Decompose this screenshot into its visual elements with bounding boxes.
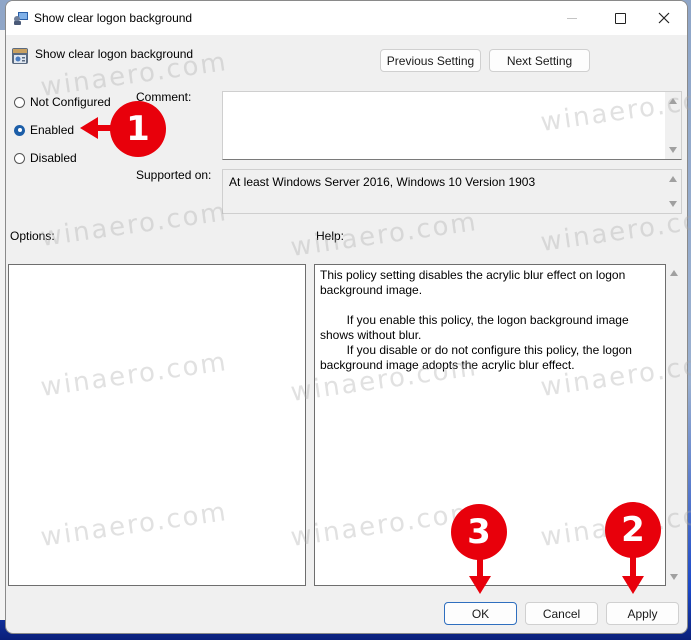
annotation-3-arrow (477, 556, 483, 578)
maximize-button[interactable] (597, 1, 643, 35)
scroll-up-icon[interactable] (670, 270, 678, 276)
options-pane (8, 264, 306, 586)
scroll-down-icon[interactable] (670, 574, 678, 580)
help-scrollbar[interactable] (666, 264, 682, 586)
annotation-3-arrowhead (469, 576, 491, 594)
radio-enabled-label: Enabled (30, 123, 75, 137)
options-label: Options: (10, 229, 55, 243)
title-bar: Show clear logon background (6, 1, 687, 35)
help-text: This policy setting disables the acrylic… (320, 268, 632, 372)
scroll-down-icon[interactable] (669, 147, 677, 153)
group-policy-icon (13, 10, 29, 26)
next-setting-button[interactable]: Next Setting (489, 49, 590, 72)
help-label: Help: (316, 229, 345, 243)
close-button[interactable] (641, 1, 687, 35)
comment-textarea[interactable] (222, 91, 682, 160)
annotation-badge-1: 1 (110, 101, 166, 157)
policy-setting-icon (11, 47, 29, 65)
policy-name: Show clear logon background (35, 47, 194, 61)
radio-disabled-label: Disabled (30, 151, 77, 165)
scroll-up-icon[interactable] (669, 176, 677, 182)
annotation-badge-2: 2 (605, 502, 661, 558)
supported-scrollbar[interactable] (665, 170, 681, 213)
apply-button[interactable]: Apply (606, 602, 679, 625)
scroll-down-icon[interactable] (669, 201, 677, 207)
annotation-1-arrowhead (80, 117, 98, 139)
annotation-2-arrowhead (622, 576, 644, 594)
previous-setting-button[interactable]: Previous Setting (380, 49, 481, 72)
cancel-button[interactable]: Cancel (525, 602, 598, 625)
radio-not-configured-label: Not Configured (30, 95, 111, 109)
radio-disabled[interactable]: Disabled (14, 151, 77, 165)
supported-on-label: Supported on: (136, 168, 212, 182)
supported-on-field: At least Windows Server 2016, Windows 10… (222, 169, 682, 214)
annotation-badge-3: 3 (451, 504, 507, 560)
close-icon (658, 12, 670, 24)
radio-not-configured[interactable]: Not Configured (14, 95, 111, 109)
radio-enabled[interactable]: Enabled (14, 123, 74, 137)
maximize-icon (614, 12, 626, 24)
minimize-icon (567, 17, 577, 19)
window-title: Show clear logon background (34, 11, 193, 25)
supported-on-value: At least Windows Server 2016, Windows 10… (229, 175, 536, 189)
radio-disabled-indicator[interactable] (14, 152, 25, 164)
scroll-up-icon[interactable] (669, 98, 677, 104)
ok-button[interactable]: OK (444, 602, 517, 625)
radio-not-configured-indicator[interactable] (14, 96, 25, 108)
comment-scrollbar[interactable] (665, 92, 681, 159)
annotation-2-arrow (630, 554, 636, 578)
minimize-button[interactable] (549, 1, 595, 35)
policy-dialog: Show clear logon background Show clear l… (5, 0, 688, 634)
radio-enabled-indicator[interactable] (14, 124, 25, 136)
